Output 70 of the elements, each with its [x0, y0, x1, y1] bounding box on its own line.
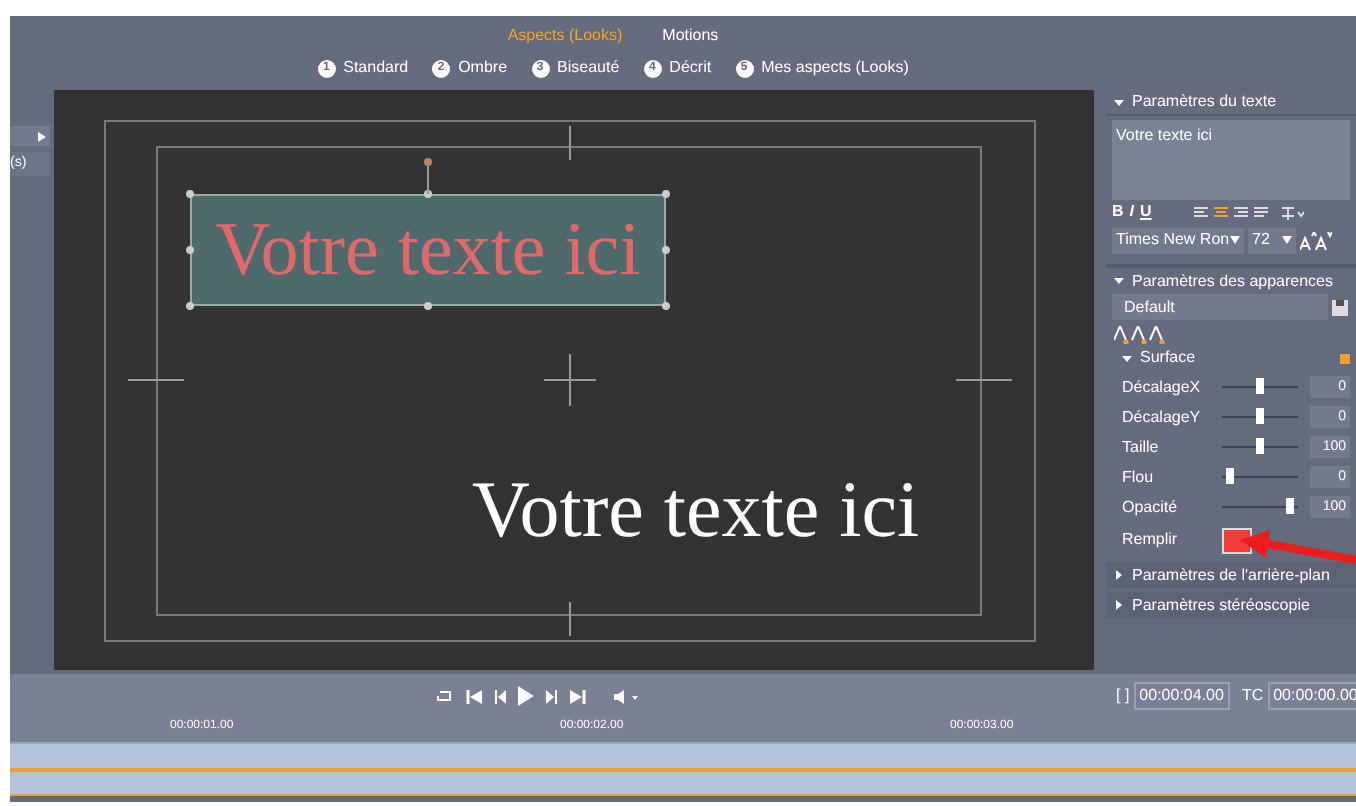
collapse-arrow-icon[interactable] [1122, 353, 1132, 363]
canvas-text: Votre texte ici [472, 470, 920, 550]
slider-thumb[interactable] [1225, 468, 1234, 484]
slider-thumb[interactable] [1256, 378, 1264, 394]
add-layer-icons-drawing[interactable] [1114, 326, 1166, 344]
play-icon[interactable] [518, 686, 534, 706]
slider-label: Taille [1122, 435, 1161, 459]
expand-arrow-icon[interactable] [1114, 570, 1124, 580]
slider-label: DécalageY [1122, 405, 1203, 429]
timeline-track[interactable] [10, 772, 1356, 796]
play-small-icon [38, 131, 46, 141]
step-back-icon[interactable] [494, 689, 506, 703]
fill-color-swatch[interactable] [1222, 527, 1252, 553]
loop-icon[interactable] [436, 689, 454, 703]
slider-label: Opacité [1122, 495, 1180, 519]
look-tab[interactable]: Décrit [669, 56, 712, 80]
fill-label: Remplir [1122, 528, 1180, 552]
resize-handle[interactable] [662, 246, 670, 254]
layer-marker-icon [1340, 353, 1350, 363]
resize-handle[interactable] [186, 246, 194, 254]
section-title[interactable]: Paramètres du texte [1132, 90, 1277, 114]
slider-thumb[interactable] [1256, 438, 1264, 454]
look-tab[interactable]: Standard [343, 56, 409, 80]
font-dropdown[interactable]: Times New Ron [1112, 227, 1244, 253]
slider-thumb[interactable] [1286, 498, 1295, 514]
justify-icon[interactable] [1253, 205, 1268, 219]
mode-tab[interactable]: Motions [662, 24, 719, 48]
rotation-handle-icon[interactable] [424, 158, 432, 194]
collapse-arrow-icon[interactable] [1114, 97, 1124, 107]
expand-arrow-icon[interactable] [1114, 600, 1124, 610]
preset-field[interactable]: Default [1112, 294, 1328, 320]
resize-handle[interactable] [424, 190, 432, 198]
slider-label: DécalageX [1122, 375, 1203, 399]
dropdown-arrow-icon [1230, 236, 1240, 244]
skip-end-icon[interactable] [570, 689, 586, 703]
look-tab[interactable]: Ombre [458, 56, 508, 80]
resize-handle[interactable] [186, 190, 194, 198]
timeline-track[interactable] [10, 744, 1356, 772]
save-icon[interactable] [1332, 299, 1348, 315]
text-input-field[interactable]: Votre texte ici [1112, 120, 1350, 200]
resize-handle[interactable] [424, 302, 432, 310]
text-direction-icon[interactable] [1279, 205, 1304, 219]
skip-start-icon[interactable] [466, 689, 482, 703]
section-title[interactable]: Surface [1140, 346, 1196, 370]
collapse-arrow-icon[interactable] [1114, 276, 1124, 286]
annotation-arrow [1240, 530, 1356, 564]
italic-button[interactable]: I [1129, 200, 1135, 224]
align-right-icon[interactable] [1233, 205, 1248, 219]
dropdown-arrow-icon [1282, 236, 1292, 244]
panel-field[interactable] [10, 126, 50, 146]
resize-handle[interactable] [662, 302, 670, 310]
volume-icon[interactable] [614, 689, 638, 703]
underline-button[interactable]: U [1140, 200, 1152, 224]
duration-field[interactable]: 00:00:04.00 [1133, 682, 1230, 710]
font-size-up-down-icon[interactable] [1300, 231, 1332, 249]
look-tab[interactable]: Biseauté [557, 56, 620, 80]
look-tab[interactable]: Mes aspects (Looks) [761, 56, 909, 80]
step-forward-icon[interactable] [546, 689, 558, 703]
canvas-text: Votre texte ici [215, 212, 641, 288]
bold-button[interactable]: B [1112, 200, 1124, 224]
resize-handle[interactable] [662, 190, 670, 198]
align-center-icon[interactable] [1213, 205, 1228, 219]
duration-label: [ ] [1116, 684, 1130, 708]
timecode-label: TC [1241, 684, 1264, 708]
section-title[interactable]: Paramètres des apparences [1132, 269, 1333, 293]
align-left-icon[interactable] [1193, 205, 1208, 219]
resize-handle[interactable] [186, 302, 194, 310]
slider-thumb[interactable] [1256, 408, 1264, 424]
size-dropdown[interactable]: 72 [1248, 227, 1296, 253]
slider-label: Flou [1122, 465, 1156, 489]
